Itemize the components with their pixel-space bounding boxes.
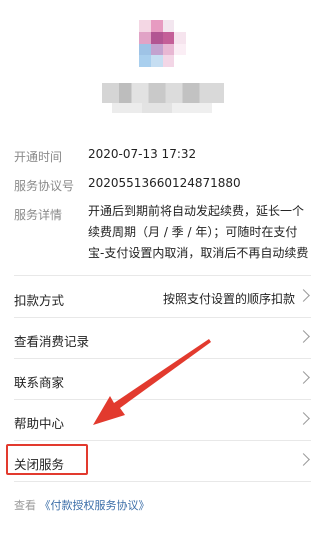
annotation-arrow-icon [93,339,211,425]
annotation-arrow-shape [93,339,211,425]
footer-prefix: 查看 [14,499,36,512]
footer-agreement: 查看 《付款授权服务协议》 [14,497,150,513]
authorization-agreement-link[interactable]: 《付款授权服务协议》 [40,499,150,512]
